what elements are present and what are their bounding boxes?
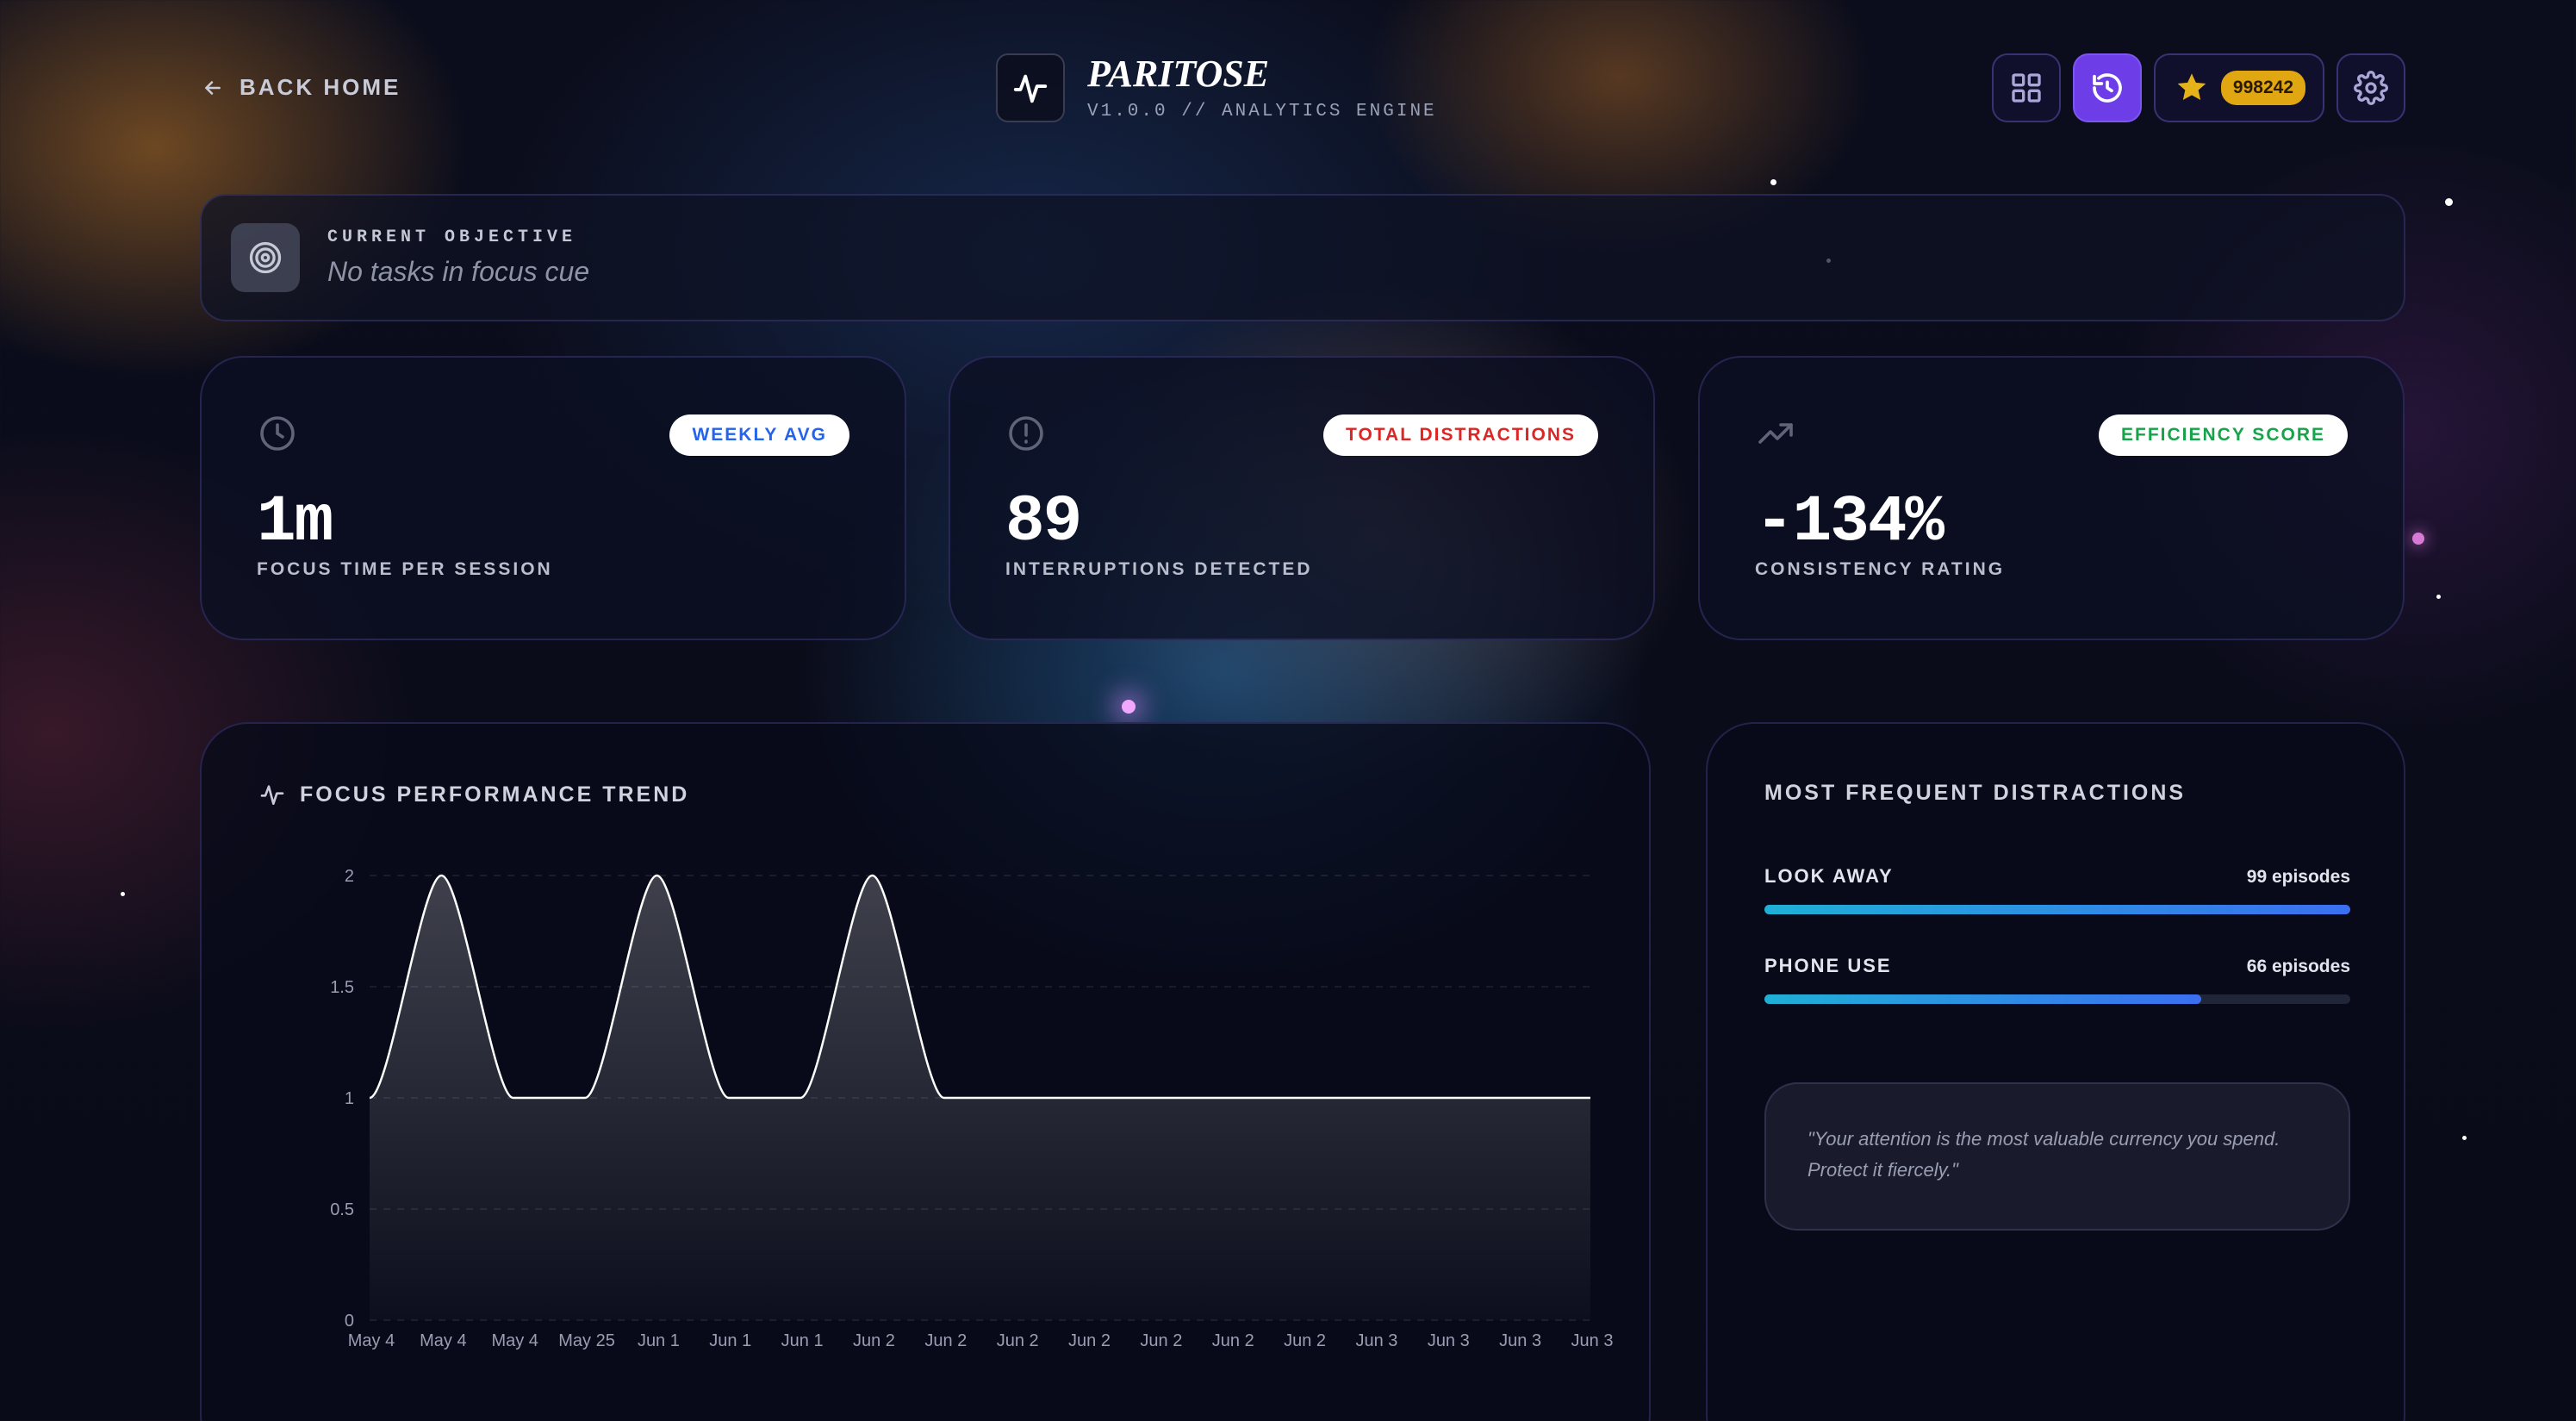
distractions-title: MOST FREQUENT DISTRACTIONS xyxy=(1764,781,2187,805)
history-button[interactable] xyxy=(2072,53,2142,122)
gear-icon xyxy=(2354,71,2388,105)
current-objective: CURRENT OBJECTIVE No tasks in focus cue xyxy=(200,194,2405,321)
distraction-bar-fill xyxy=(1764,905,2350,914)
distraction-bar-track xyxy=(1764,994,2350,1004)
stat-card-total-distractions: TOTAL DISTRACTIONS 89 INTERRUPTIONS DETE… xyxy=(949,356,1655,640)
history-icon xyxy=(2093,73,2122,103)
interruptions-label: INTERRUPTIONS DETECTED xyxy=(1005,559,1313,579)
y-tick-label: 1 xyxy=(345,1089,354,1108)
total-distractions-badge: TOTAL DISTRACTIONS xyxy=(1323,414,1598,456)
app-title: PARITOSE xyxy=(1087,52,1270,95)
star-decoration xyxy=(2436,595,2441,599)
arrow-left-icon xyxy=(205,80,221,95)
pulse-icon xyxy=(1013,74,1048,103)
distraction-row-phone-use: PHONE USE 66 episodes xyxy=(1764,955,2350,1004)
trend-up-icon xyxy=(1758,423,1793,444)
x-tick-label: Jun 3 xyxy=(1499,1331,1541,1350)
x-tick-label: Jun 3 xyxy=(1355,1331,1397,1350)
y-tick-label: 1.5 xyxy=(330,978,354,997)
x-tick-label: May 4 xyxy=(420,1331,466,1350)
y-tick-label: 0.5 xyxy=(330,1200,354,1219)
efficiency-badge: EFFICIENCY SCORE xyxy=(2099,414,2348,456)
x-tick-label: May 4 xyxy=(348,1331,395,1350)
points-value: 998242 xyxy=(2220,71,2305,105)
distraction-name: PHONE USE xyxy=(1764,955,1892,976)
consistency-label: CONSISTENCY RATING xyxy=(1755,559,2006,579)
settings-button[interactable] xyxy=(2336,53,2405,122)
distractions-panel: MOST FREQUENT DISTRACTIONS LOOK AWAY 99 … xyxy=(1706,722,2405,1421)
back-home-link[interactable]: BACK HOME xyxy=(202,74,401,101)
distraction-row-look-away: LOOK AWAY 99 episodes xyxy=(1764,865,2350,914)
x-tick-label: Jun 2 xyxy=(924,1331,967,1350)
y-tick-label: 2 xyxy=(345,867,354,886)
target-icon-box xyxy=(231,223,300,292)
star-icon xyxy=(2177,73,2206,100)
x-tick-label: Jun 2 xyxy=(1068,1331,1111,1350)
x-tick-label: Jun 2 xyxy=(853,1331,895,1350)
focus-time-label: FOCUS TIME PER SESSION xyxy=(257,559,553,579)
star-decoration xyxy=(2462,1136,2467,1140)
x-tick-label: Jun 2 xyxy=(1212,1331,1254,1350)
interruptions-value: 89 xyxy=(1005,485,1082,559)
star-decoration xyxy=(121,892,125,896)
star-decoration xyxy=(1122,700,1136,714)
alert-icon xyxy=(1009,416,1043,451)
focus-trend-panel: FOCUS PERFORMANCE TREND 0 0.5 1 1.5 2 May 4 Ma… xyxy=(200,722,1651,1421)
weekly-avg-badge: WEEKLY AVG xyxy=(669,414,849,456)
objective-text: No tasks in focus cue xyxy=(327,256,590,287)
focus-trend-chart: 0 0.5 1 1.5 2 May 4 May 4 May 4 May 25 Jun 1 Jun 1… xyxy=(330,867,1614,1350)
x-tick-label: Jun 1 xyxy=(638,1331,680,1350)
star-decoration xyxy=(2412,533,2424,545)
objective-label: CURRENT OBJECTIVE xyxy=(327,227,577,247)
star-decoration xyxy=(2445,198,2453,206)
x-tick-label: Jun 3 xyxy=(1428,1331,1470,1350)
back-home-label: BACK HOME xyxy=(240,74,401,100)
distraction-count: 99 episodes xyxy=(2246,867,2350,887)
x-tick-label: Jun 1 xyxy=(781,1331,824,1350)
clock-icon xyxy=(260,416,295,451)
x-tick-label: Jun 2 xyxy=(1140,1331,1182,1350)
grid-icon xyxy=(2012,73,2041,103)
brand: PARITOSE V1.0.0 // ANALYTICS ENGINE xyxy=(996,53,1437,122)
brand-logo xyxy=(996,53,1065,122)
x-tick-label: Jun 2 xyxy=(1284,1331,1326,1350)
consistency-value: -134% xyxy=(1755,485,1944,559)
x-tick-label: May 25 xyxy=(558,1331,615,1350)
distraction-bar-track xyxy=(1764,905,2350,914)
distraction-bar-fill xyxy=(1764,994,2201,1004)
distraction-name: LOOK AWAY xyxy=(1764,865,1894,887)
x-tick-label: May 4 xyxy=(491,1331,538,1350)
x-tick-label: Jun 1 xyxy=(709,1331,751,1350)
x-tick-label: Jun 2 xyxy=(997,1331,1039,1350)
points-display[interactable]: 998242 xyxy=(2153,53,2324,122)
x-tick-label: Jun 3 xyxy=(1571,1331,1614,1350)
motivational-quote: "Your attention is the most valuable cur… xyxy=(1764,1082,2350,1231)
focus-time-value: 1m xyxy=(257,485,333,559)
distraction-count: 66 episodes xyxy=(2246,957,2350,976)
star-decoration xyxy=(1770,179,1776,185)
stat-card-efficiency: EFFICIENCY SCORE -134% CONSISTENCY RATIN… xyxy=(1698,356,2405,640)
toolbar: 998242 xyxy=(1991,53,2405,122)
y-tick-label: 0 xyxy=(345,1312,354,1331)
app-subtitle: V1.0.0 // ANALYTICS ENGINE xyxy=(1087,101,1437,122)
dashboard-button[interactable] xyxy=(1991,53,2061,122)
stat-card-weekly-avg: WEEKLY AVG 1m FOCUS TIME PER SESSION xyxy=(200,356,906,640)
target-icon xyxy=(249,241,282,274)
